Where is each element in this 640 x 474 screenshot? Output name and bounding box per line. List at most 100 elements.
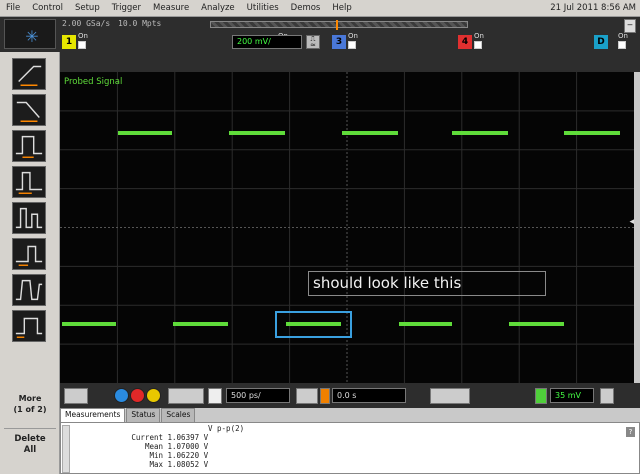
digital-on-label: On: [618, 32, 628, 40]
horizontal-control-strip: 500 ps/ 0.0 s 35 mV: [60, 383, 640, 408]
more-pages: (1 of 2): [13, 405, 47, 414]
waveform-segment-high: [229, 131, 285, 135]
channel-2-coupling-button[interactable]: ⎍ ≃: [306, 35, 320, 49]
channel-4-on-label: On: [474, 32, 484, 40]
channel-1-button[interactable]: 1: [62, 35, 76, 49]
annotation-text: should look like this: [308, 271, 546, 296]
minimize-button[interactable]: ‒: [624, 19, 636, 33]
waveform-segment-low: [62, 322, 116, 326]
measurement-value: 1.06220 V: [167, 451, 209, 460]
delete-label: Delete: [14, 434, 46, 444]
menu-setup[interactable]: Setup: [69, 3, 106, 13]
run-indicator[interactable]: [114, 388, 129, 403]
trigger-level-stepper[interactable]: [600, 388, 614, 404]
measurement-value: 1.08052 V: [167, 460, 209, 469]
measurement-label: Max: [149, 460, 163, 469]
waveform-segment-high: [118, 131, 172, 135]
measurement-label: Current: [131, 433, 163, 442]
sample-rate: 2.00 GSa/s: [62, 19, 111, 28]
measurement-label: Mean: [144, 442, 163, 451]
menu-measure[interactable]: Measure: [147, 3, 195, 13]
tab-scales[interactable]: Scales: [161, 408, 196, 422]
channel-1-on-label: On: [78, 32, 88, 40]
measurement-column-header: V p-p(2): [208, 424, 245, 433]
menu-file[interactable]: File: [0, 3, 26, 13]
channel-1-on[interactable]: On: [78, 32, 88, 49]
highlight-box: [275, 311, 352, 338]
tab-status[interactable]: Status: [126, 408, 161, 422]
measurement-label: Min: [149, 451, 163, 460]
single-indicator[interactable]: [146, 388, 161, 403]
timeout-icon[interactable]: [12, 310, 46, 342]
measurement-row: Max 1.08052 V: [91, 460, 208, 469]
waveform-display[interactable]: Probed Signal should look like this ◂: [60, 72, 634, 383]
crosshair-icon: ✳: [25, 27, 39, 46]
menu-utilities[interactable]: Utilities: [241, 3, 285, 13]
channel-3-checkbox[interactable]: [348, 41, 356, 49]
glitch-icon[interactable]: [12, 166, 46, 198]
waveform-segment-low: [399, 322, 452, 326]
stop-indicator[interactable]: [130, 388, 145, 403]
menu-help[interactable]: Help: [326, 3, 357, 13]
channel-3-button[interactable]: 3: [332, 35, 346, 49]
waveform-segment-high: [342, 131, 398, 135]
falling-edge-icon[interactable]: [12, 94, 46, 126]
help-icon[interactable]: ?: [626, 427, 635, 437]
measurement-tabs: Measurements Status Scales: [60, 408, 196, 422]
runt-icon[interactable]: [12, 202, 46, 234]
digital-checkbox[interactable]: [618, 41, 626, 49]
measurement-row: Current 1.06397 V: [91, 433, 208, 442]
measurement-scrollbar[interactable]: [62, 425, 70, 473]
channel-2-scale-field[interactable]: 200 mV/: [232, 35, 302, 49]
menu-analyze[interactable]: Analyze: [195, 3, 241, 13]
logo-area: ✳: [0, 17, 60, 52]
transition-icon[interactable]: [12, 274, 46, 306]
menu-bar: File Control Setup Trigger Measure Analy…: [0, 0, 640, 17]
menu-control[interactable]: Control: [26, 3, 69, 13]
measurements-pane: Measurements Status Scales V p-p(2) Curr…: [60, 408, 640, 474]
delay-reference-icon[interactable]: [296, 388, 318, 404]
trigger-level-marker[interactable]: ◂: [629, 217, 634, 227]
zoom-toggle-icon[interactable]: [64, 388, 88, 404]
position-field[interactable]: 0.0 s: [332, 388, 406, 403]
waveform-segment-high: [452, 131, 508, 135]
measurement-value: 1.06397 V: [167, 433, 209, 442]
channel-4-on[interactable]: On: [474, 32, 484, 49]
channel-4-button[interactable]: 4: [458, 35, 472, 49]
menu-trigger[interactable]: Trigger: [106, 3, 147, 13]
tab-measurements[interactable]: Measurements: [60, 408, 126, 422]
digital-channel-button[interactable]: D: [594, 35, 608, 49]
channel-4-checkbox[interactable]: [474, 41, 482, 49]
horizontal-icon[interactable]: [208, 388, 222, 404]
delete-all-button[interactable]: Delete All: [4, 428, 56, 462]
timebase-field[interactable]: 500 ps/: [226, 388, 290, 403]
timeline-marker[interactable]: [336, 20, 338, 30]
trigger-level-field[interactable]: 35 mV: [550, 388, 594, 403]
measurement-row: Mean 1.07000 V: [91, 442, 208, 451]
channel-3-on[interactable]: On: [348, 32, 358, 49]
trigger-source-icon[interactable]: [535, 388, 547, 404]
measurement-row: Min 1.06220 V: [91, 451, 208, 460]
waveform-segment-low: [509, 322, 564, 326]
digital-channel-on[interactable]: On: [618, 32, 628, 49]
delete-all-label: All: [23, 445, 37, 455]
measurement-table: V p-p(2) Current 1.06397 V Mean 1.07000 …: [60, 422, 640, 474]
acquisition-mode-icon[interactable]: [168, 388, 204, 404]
toolbar-mode-button[interactable]: ✳: [4, 19, 56, 49]
trigger-ref-icon[interactable]: [320, 388, 330, 404]
waveform-segment-low: [173, 322, 228, 326]
acquisition-timeline[interactable]: [210, 20, 468, 30]
pulse-width-icon[interactable]: [12, 130, 46, 162]
trigger-toolbar: More (1 of 2) Delete All: [0, 52, 60, 474]
more-button[interactable]: More (1 of 2): [4, 389, 56, 419]
setup-hold-icon[interactable]: [12, 238, 46, 270]
rising-edge-icon[interactable]: [12, 58, 46, 90]
navigation-arrows-icon[interactable]: [430, 388, 470, 404]
trace-label: Probed Signal: [64, 77, 123, 87]
datetime-display: 21 Jul 2011 8:56 AM: [550, 3, 636, 13]
menu-demos[interactable]: Demos: [285, 3, 327, 13]
more-label: More: [18, 394, 42, 403]
waveform-segment-high: [564, 131, 620, 135]
measurement-value: 1.07000 V: [167, 442, 209, 451]
channel-1-checkbox[interactable]: [78, 41, 86, 49]
